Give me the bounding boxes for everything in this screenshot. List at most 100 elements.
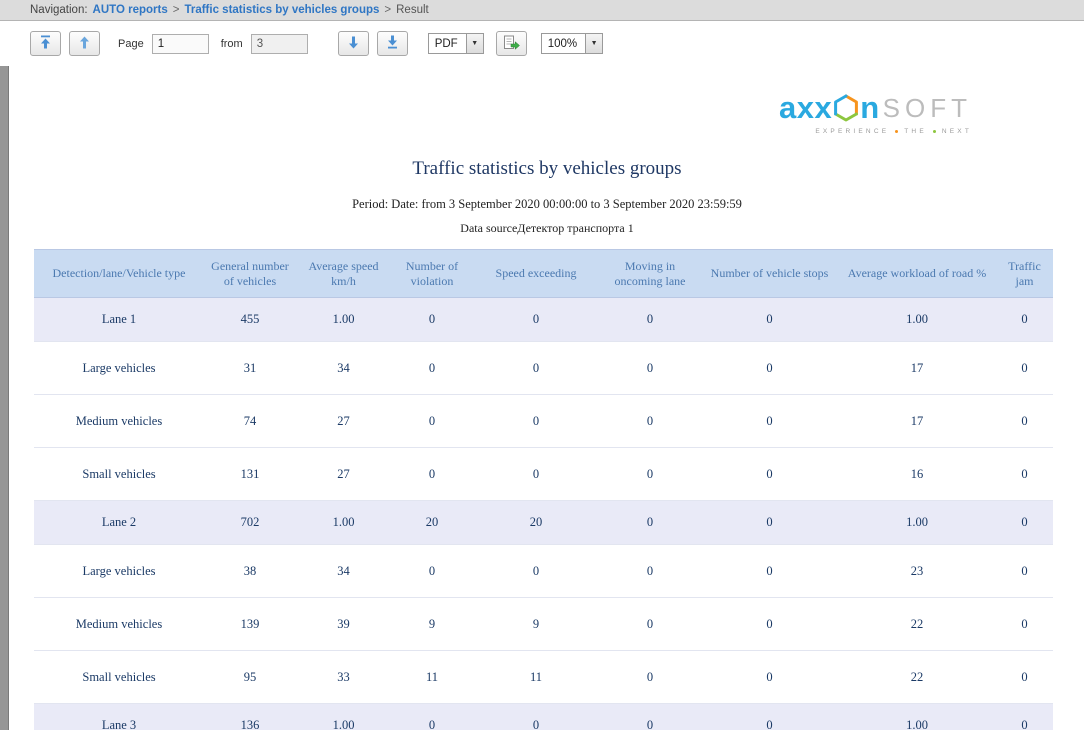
row-label-cell: Medium vehicles <box>34 395 204 448</box>
value-cell: 0 <box>599 704 701 730</box>
row-label-cell: Lane 1 <box>34 298 204 342</box>
value-cell: 11 <box>473 651 599 704</box>
row-label-cell: Large vehicles <box>34 342 204 395</box>
report-period: Period: Date: from 3 September 2020 00:0… <box>10 197 1084 212</box>
value-cell: 0 <box>473 298 599 342</box>
last-page-button[interactable] <box>377 31 408 56</box>
value-cell: 95 <box>204 651 296 704</box>
vehicle-row: Large vehicles38340000230 <box>34 545 1053 598</box>
export-report-icon <box>503 35 520 53</box>
value-cell: 0 <box>473 342 599 395</box>
column-header: Traffic jam <box>996 250 1053 298</box>
value-cell: 0 <box>996 298 1053 342</box>
value-cell: 11 <box>391 651 473 704</box>
value-cell: 0 <box>599 651 701 704</box>
value-cell: 1.00 <box>838 298 996 342</box>
column-header: Number of violation <box>391 250 473 298</box>
value-cell: 1.00 <box>296 704 391 730</box>
nav-link-auto-reports[interactable]: AUTO reports <box>93 4 168 16</box>
value-cell: 0 <box>701 501 838 545</box>
value-cell: 0 <box>701 704 838 730</box>
value-cell: 22 <box>838 651 996 704</box>
value-cell: 1.00 <box>296 298 391 342</box>
value-cell: 0 <box>599 448 701 501</box>
nav-separator: > <box>384 4 391 16</box>
left-gutter <box>0 66 9 730</box>
chevron-down-icon: ▼ <box>585 34 602 53</box>
nav-current-result: Result <box>396 4 429 16</box>
report-page-area: axx n SOFT EXPERIENCE THE NEXT T <box>0 66 1084 730</box>
value-cell: 0 <box>996 598 1053 651</box>
value-cell: 1.00 <box>296 501 391 545</box>
value-cell: 9 <box>473 598 599 651</box>
value-cell: 0 <box>599 598 701 651</box>
value-cell: 0 <box>996 501 1053 545</box>
first-page-button[interactable] <box>30 31 61 56</box>
arrow-down-to-bar-icon <box>387 35 398 52</box>
vehicle-row: Medium vehicles74270000170 <box>34 395 1053 448</box>
row-label-cell: Medium vehicles <box>34 598 204 651</box>
value-cell: 20 <box>473 501 599 545</box>
export-format-select[interactable]: PDF ▼ <box>428 33 484 54</box>
logo-text-n: n <box>860 92 879 123</box>
value-cell: 16 <box>838 448 996 501</box>
value-cell: 34 <box>296 342 391 395</box>
value-cell: 27 <box>296 395 391 448</box>
vehicle-row: Large vehicles31340000170 <box>34 342 1053 395</box>
value-cell: 0 <box>996 651 1053 704</box>
value-cell: 0 <box>996 545 1053 598</box>
vehicle-row: Medium vehicles139399900220 <box>34 598 1053 651</box>
value-cell: 702 <box>204 501 296 545</box>
total-pages-field <box>251 34 308 54</box>
value-cell: 31 <box>204 342 296 395</box>
value-cell: 74 <box>204 395 296 448</box>
value-cell: 17 <box>838 342 996 395</box>
column-header: Moving in oncoming lane <box>599 250 701 298</box>
tagline-word: NEXT <box>942 128 972 135</box>
value-cell: 0 <box>599 298 701 342</box>
arrow-up-icon <box>79 36 90 52</box>
page-number-input[interactable] <box>152 34 209 54</box>
lane-row: Lane 14551.0000001.000 <box>34 298 1053 342</box>
value-cell: 34 <box>296 545 391 598</box>
value-cell: 38 <box>204 545 296 598</box>
value-cell: 39 <box>296 598 391 651</box>
zoom-select[interactable]: 100% ▼ <box>541 33 603 54</box>
previous-page-button[interactable] <box>69 31 100 56</box>
table-header-row: Detection/lane/Vehicle typeGeneral numbe… <box>34 250 1053 298</box>
page-label: Page <box>118 38 144 50</box>
green-dot-icon <box>933 130 936 133</box>
column-header: Number of vehicle stops <box>701 250 838 298</box>
nav-link-traffic-statistics[interactable]: Traffic statistics by vehicles groups <box>184 4 379 16</box>
value-cell: 33 <box>296 651 391 704</box>
value-cell: 0 <box>701 342 838 395</box>
value-cell: 0 <box>996 342 1053 395</box>
vehicle-row: Small vehicles131270000160 <box>34 448 1053 501</box>
next-page-button[interactable] <box>338 31 369 56</box>
zoom-value: 100% <box>542 34 585 53</box>
value-cell: 0 <box>473 545 599 598</box>
logo-text-soft: SOFT <box>883 95 972 121</box>
value-cell: 0 <box>701 395 838 448</box>
row-label-cell: Small vehicles <box>34 448 204 501</box>
report-page: axx n SOFT EXPERIENCE THE NEXT T <box>10 66 1084 730</box>
report-data-source: Data sourceДетектор транспорта 1 <box>10 221 1084 236</box>
value-cell: 1.00 <box>838 704 996 730</box>
value-cell: 0 <box>599 501 701 545</box>
value-cell: 0 <box>996 704 1053 730</box>
value-cell: 9 <box>391 598 473 651</box>
lane-row: Lane 27021.002020001.000 <box>34 501 1053 545</box>
toolbar: Page from PDF ▼ 100% ▼ <box>0 21 1084 66</box>
export-button[interactable] <box>496 31 527 56</box>
value-cell: 0 <box>391 342 473 395</box>
nav-separator: > <box>173 4 180 16</box>
value-cell: 0 <box>599 395 701 448</box>
column-header: Speed exceeding <box>473 250 599 298</box>
export-format-value: PDF <box>429 34 466 53</box>
value-cell: 0 <box>391 448 473 501</box>
vehicle-row: Small vehicles9533111100220 <box>34 651 1053 704</box>
value-cell: 0 <box>391 298 473 342</box>
nav-label: Navigation: <box>30 4 88 16</box>
report-table: Detection/lane/Vehicle typeGeneral numbe… <box>34 249 1053 730</box>
from-label: from <box>221 38 243 50</box>
